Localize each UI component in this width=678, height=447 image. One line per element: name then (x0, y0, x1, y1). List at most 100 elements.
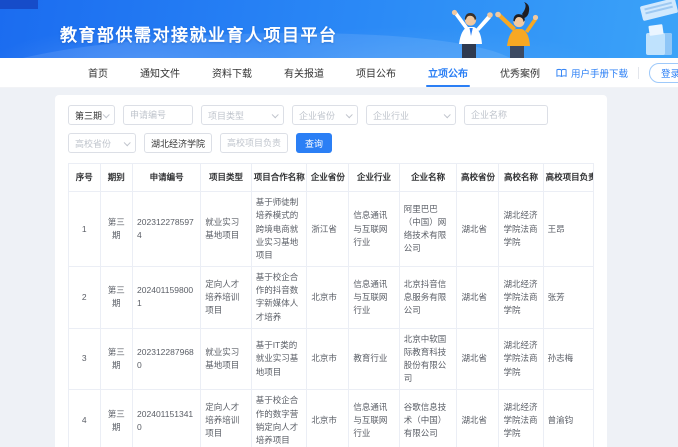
page: 教育部供需对接就业育人项目平台 首页通知文件资料下载 (0, 0, 678, 447)
college-province-select[interactable]: 高校省份 (68, 133, 136, 153)
table-cell: 湖北经济学院法商学院 (499, 328, 543, 390)
column-header: 序号 (69, 164, 101, 192)
table-cell: 定向人才培养培训项目 (201, 267, 251, 329)
table-cell: 就业实习基地项目 (201, 192, 251, 267)
table-cell: 北京市 (307, 267, 349, 329)
nav-item-notice-files[interactable]: 通知文件 (124, 58, 196, 87)
column-header: 企业名称 (399, 164, 457, 192)
application-no-input[interactable] (123, 105, 193, 125)
table-cell: 2023122879680 (133, 328, 201, 390)
table-body: 1第三期2023122785974就业实习基地项目基于师徒制培养模式的跨境电商就… (69, 192, 594, 447)
chevron-down-icon (444, 111, 451, 118)
table-row: 3第三期2023122879680就业实习基地项目基于IT类的就业实习基地项目北… (69, 328, 594, 390)
table-cell: 北京抖音信息服务有限公司 (399, 267, 457, 329)
table-cell: 阿里巴巴（中国）网络技术有限公司 (399, 192, 457, 267)
table-cell: 湖北经济学院法商学院 (499, 390, 543, 447)
filter-row-1: 第三期 项目类型 企业省份 企业行业 (68, 105, 594, 125)
login-button[interactable]: 登录 (649, 63, 678, 83)
table-cell: 第三期 (100, 328, 133, 390)
company-province-placeholder: 企业省份 (299, 109, 335, 122)
chevron-down-icon (346, 111, 353, 118)
banner-ticket-decoration (640, 0, 678, 21)
table-cell: 基于校企合作的数字营销定向人才培养项目 (251, 390, 307, 447)
table-row: 4第三期2024011513410定向人才培养培训项目基于校企合作的数字营销定向… (69, 390, 594, 447)
nav-item-approval-announcement[interactable]: 立项公布 (412, 58, 484, 87)
table-cell: 第三期 (100, 390, 133, 447)
table-cell: 张芳 (543, 267, 593, 329)
college-name-input[interactable] (144, 133, 212, 153)
table-cell: 信息通讯与互联网行业 (349, 390, 399, 447)
book-icon (556, 68, 567, 78)
table-cell: 3 (69, 328, 101, 390)
table-cell: 曾渝钧 (543, 390, 593, 447)
college-province-placeholder: 高校省份 (75, 137, 111, 150)
nav-items: 首页通知文件资料下载有关报道项目公布立项公布优秀案例 (72, 58, 556, 87)
table-cell: 基于IT类的就业实习基地项目 (251, 328, 307, 390)
nav-right: 用户手册下载 登录 (556, 58, 678, 87)
project-type-placeholder: 项目类型 (208, 109, 244, 122)
table-cell: 信息通讯与互联网行业 (349, 267, 399, 329)
table-cell: 第三期 (100, 267, 133, 329)
table-cell: 就业实习基地项目 (201, 328, 251, 390)
column-header: 高校名称 (499, 164, 543, 192)
table-cell: 2024011598001 (133, 267, 201, 329)
manual-label: 用户手册下载 (571, 66, 628, 80)
period-select[interactable]: 第三期 (68, 105, 115, 125)
table-cell: 信息通讯与互联网行业 (349, 192, 399, 267)
table-cell: 湖北经济学院法商学院 (499, 267, 543, 329)
college-leader-input[interactable] (220, 133, 288, 153)
table-cell: 2023122785974 (133, 192, 201, 267)
page-title: 教育部供需对接就业育人项目平台 (60, 21, 338, 46)
table-cell: 基于师徒制培养模式的跨境电商就业实习基地项目 (251, 192, 307, 267)
company-industry-select[interactable]: 企业行业 (366, 105, 456, 125)
nav-divider (638, 67, 639, 79)
table-cell: 孙志梅 (543, 328, 593, 390)
results-table: 序号期别申请编号项目类型项目合作名称企业省份企业行业企业名称高校省份高校名称高校… (68, 163, 594, 447)
column-header: 项目合作名称 (251, 164, 307, 192)
nav-item-home[interactable]: 首页 (72, 58, 124, 87)
nav-item-project-announcement[interactable]: 项目公布 (340, 58, 412, 87)
company-industry-placeholder: 企业行业 (373, 109, 409, 122)
column-header: 申请编号 (133, 164, 201, 192)
table-head: 序号期别申请编号项目类型项目合作名称企业省份企业行业企业名称高校省份高校名称高校… (69, 164, 594, 192)
filter-row-2: 高校省份 查询 (68, 133, 594, 153)
table-cell: 谷歌信息技术（中国）有限公司 (399, 390, 457, 447)
table-row: 1第三期2023122785974就业实习基地项目基于师徒制培养模式的跨境电商就… (69, 192, 594, 267)
search-button[interactable]: 查询 (296, 133, 332, 153)
column-header: 项目类型 (201, 164, 251, 192)
table-cell: 湖北省 (457, 192, 499, 267)
nav-item-related-reports[interactable]: 有关报道 (268, 58, 340, 87)
company-name-input[interactable] (464, 105, 548, 125)
banner-cube-decoration (646, 33, 672, 55)
table-cell: 2 (69, 267, 101, 329)
column-header: 期别 (100, 164, 133, 192)
header-row: 序号期别申请编号项目类型项目合作名称企业省份企业行业企业名称高校省份高校名称高校… (69, 164, 594, 192)
table-cell: 2024011513410 (133, 390, 201, 447)
nav-item-material-download[interactable]: 资料下载 (196, 58, 268, 87)
chevron-down-icon (103, 111, 110, 118)
table-row: 2第三期2024011598001定向人才培养培训项目基于校企合作的抖音数字新媒… (69, 267, 594, 329)
period-value: 第三期 (75, 109, 102, 122)
table-cell: 北京市 (307, 390, 349, 447)
table-cell: 基于校企合作的抖音数字新媒体人才培养 (251, 267, 307, 329)
nav-item-excellent-cases[interactable]: 优秀案例 (484, 58, 556, 87)
content-card: 第三期 项目类型 企业省份 企业行业 (55, 95, 607, 447)
table-cell: 王昂 (543, 192, 593, 267)
column-header: 高校省份 (457, 164, 499, 192)
table-cell: 北京市 (307, 328, 349, 390)
table-cell: 第三期 (100, 192, 133, 267)
chevron-down-icon (272, 111, 279, 118)
banner: 教育部供需对接就业育人项目平台 (0, 0, 678, 58)
column-header: 企业省份 (307, 164, 349, 192)
navbar: 首页通知文件资料下载有关报道项目公布立项公布优秀案例 用户手册下载 登录 (0, 58, 678, 88)
table-cell: 北京中软国际教育科技股份有限公司 (399, 328, 457, 390)
user-manual-download-link[interactable]: 用户手册下载 (556, 66, 628, 80)
project-type-select[interactable]: 项目类型 (201, 105, 284, 125)
column-header: 高校项目负责人 (543, 164, 593, 192)
table-cell: 浙江省 (307, 192, 349, 267)
table-cell: 湖北省 (457, 267, 499, 329)
login-label: 登录 (661, 66, 678, 80)
table-cell: 湖北经济学院法商学院 (499, 192, 543, 267)
company-province-select[interactable]: 企业省份 (292, 105, 358, 125)
chevron-down-icon (124, 139, 131, 146)
